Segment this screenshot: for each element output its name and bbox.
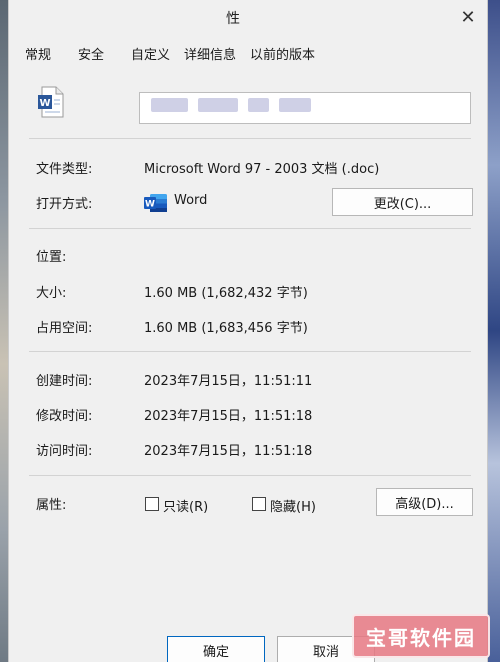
created-value: 2023年7月15日，11:51:11 (144, 374, 313, 389)
ok-button-label: 确定 (202, 644, 229, 660)
modified-value: 2023年7月15日，11:51:18 (144, 409, 313, 424)
word-app-icon: W (144, 193, 168, 213)
readonly-checkbox[interactable] (145, 497, 159, 511)
tab-security[interactable]: 安全 (78, 44, 104, 63)
separator (29, 138, 471, 139)
svg-text:W: W (145, 200, 155, 210)
hidden-label[interactable]: 隐藏(H) (270, 496, 316, 515)
modified-label: 修改时间: (36, 409, 93, 424)
accessed-label: 访问时间: (36, 444, 93, 459)
title-bar: 性 ✕ (9, 0, 487, 34)
accessed-value: 2023年7月15日，11:51:18 (144, 444, 313, 459)
open-with-value: Word (174, 193, 208, 208)
advanced-button[interactable]: 高级(D)... (376, 488, 473, 516)
general-tab-content: W 文件类型: Microsoft Word 97 - 2003 文档 (.do… (19, 72, 479, 632)
tab-bar: 常规 安全 自定义 详细信息 以前的版本 (9, 44, 487, 70)
size-on-disk-label: 占用空间: (36, 321, 93, 336)
attributes-label: 属性: (36, 498, 67, 513)
tab-general[interactable]: 常规 (25, 44, 51, 63)
close-icon: ✕ (460, 6, 476, 28)
file-type-value: Microsoft Word 97 - 2003 文档 (.doc) (144, 162, 380, 177)
site-watermark-logo: 宝哥软件园 (352, 614, 490, 658)
change-button[interactable]: 更改(C)... (332, 188, 473, 216)
size-on-disk-value: 1.60 MB (1,683,456 字节) (144, 321, 308, 336)
tab-details[interactable]: 详细信息 (184, 44, 236, 63)
tab-previous-versions[interactable]: 以前的版本 (250, 44, 315, 63)
window-title: 性 (226, 11, 240, 27)
blurred-file-name (151, 98, 311, 112)
ok-button[interactable]: 确定 (167, 636, 265, 662)
change-button-label: 更改(C)... (373, 196, 432, 212)
word-document-icon: W (37, 86, 65, 118)
file-type-label: 文件类型: (36, 162, 93, 177)
desktop-background-right (488, 0, 500, 662)
properties-dialog: 性 ✕ 常规 安全 自定义 详细信息 以前的版本 W 文件类型: Microso… (8, 0, 488, 662)
advanced-button-label: 高级(D)... (395, 496, 454, 512)
readonly-label[interactable]: 只读(R) (163, 496, 208, 515)
watermark-text: 宝哥软件园 (366, 625, 476, 650)
separator (29, 475, 471, 476)
separator (29, 228, 471, 229)
cancel-button-label: 取消 (312, 644, 339, 660)
size-value: 1.60 MB (1,682,432 字节) (144, 286, 308, 301)
svg-text:W: W (39, 98, 50, 109)
separator (29, 351, 471, 352)
created-label: 创建时间: (36, 374, 93, 389)
hidden-checkbox[interactable] (252, 497, 266, 511)
size-label: 大小: (36, 286, 67, 301)
open-with-label: 打开方式: (36, 197, 93, 212)
close-button[interactable]: ✕ (455, 4, 481, 30)
location-label: 位置: (36, 250, 67, 265)
tab-custom[interactable]: 自定义 (131, 44, 170, 63)
